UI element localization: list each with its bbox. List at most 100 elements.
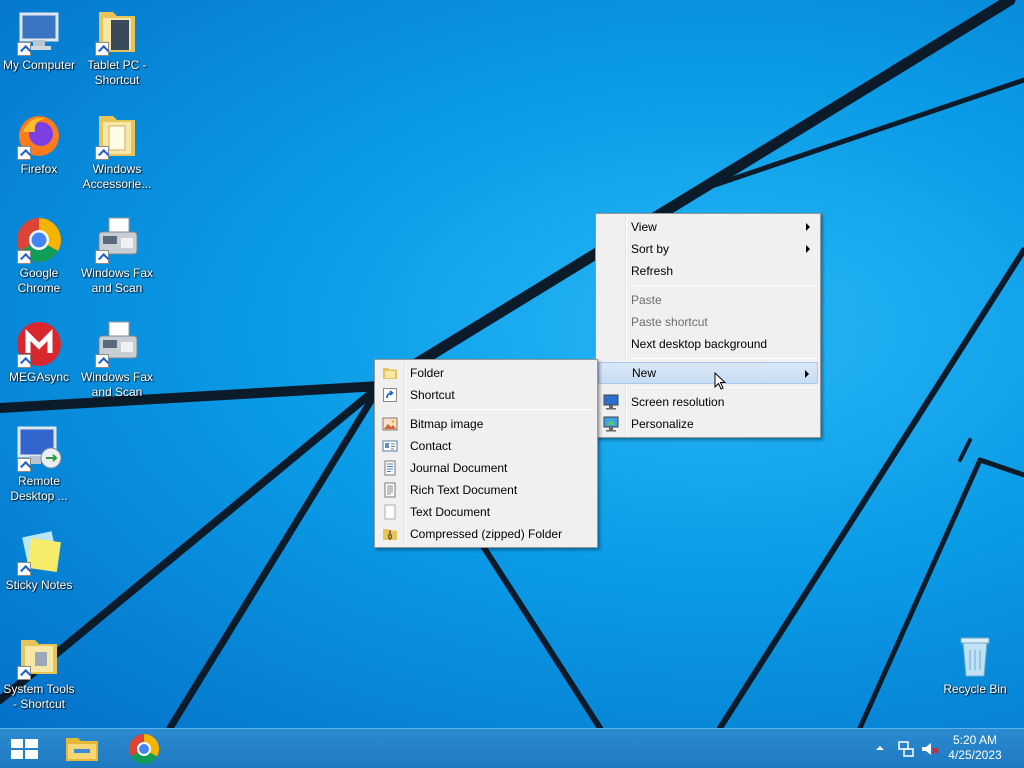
icon-label: Remote Desktop ... bbox=[10, 474, 68, 503]
desktop-icon-remote-desktop[interactable]: Remote Desktop ... bbox=[0, 424, 78, 504]
new-item-folder[interactable]: Folder bbox=[377, 362, 595, 384]
desktop-icon-google-chrome[interactable]: Google Chrome bbox=[0, 216, 78, 296]
shortcut-arrow-icon bbox=[95, 354, 109, 368]
new-item-rich-text[interactable]: Rich Text Document bbox=[377, 479, 595, 501]
computer-icon bbox=[15, 8, 63, 56]
volume-muted-icon bbox=[922, 743, 939, 755]
icon-label: Windows Accessorie... bbox=[82, 162, 152, 191]
menu-item-paste[interactable]: Paste bbox=[598, 289, 818, 311]
desktop-icon-windows-fax-scan-2[interactable]: Windows Fax and Scan bbox=[78, 320, 156, 400]
menu-item-paste-shortcut[interactable]: Paste shortcut bbox=[598, 311, 818, 333]
new-item-journal[interactable]: Journal Document bbox=[377, 457, 595, 479]
network-tray-button[interactable] bbox=[897, 740, 915, 758]
shortcut-arrow-icon bbox=[17, 354, 31, 368]
menu-item-label: Paste shortcut bbox=[631, 315, 708, 329]
icon-label: Windows Fax and Scan bbox=[80, 370, 154, 399]
submenu-arrow-icon bbox=[805, 370, 809, 378]
menu-item-label: Folder bbox=[410, 366, 445, 380]
menu-separator bbox=[409, 409, 593, 410]
personalize-icon bbox=[603, 416, 619, 432]
folder-icon bbox=[15, 632, 63, 680]
file-explorer-icon bbox=[66, 738, 98, 761]
menu-item-label: Compressed (zipped) Folder bbox=[410, 527, 563, 541]
menu-item-label: Next desktop background bbox=[631, 337, 768, 351]
journal-document-icon bbox=[384, 460, 396, 476]
new-submenu: Folder Shortcut Bitmap image Contact Jou… bbox=[374, 359, 598, 548]
submenu-arrow-icon bbox=[806, 245, 810, 253]
sticky-notes-icon bbox=[15, 528, 63, 576]
menu-item-label: Shortcut bbox=[410, 388, 455, 402]
icon-label: Windows Fax and Scan bbox=[80, 266, 154, 295]
folder-icon bbox=[383, 368, 397, 379]
shortcut-arrow-icon bbox=[95, 250, 109, 264]
chrome-icon bbox=[15, 216, 63, 264]
new-item-zip[interactable]: Compressed (zipped) Folder bbox=[377, 523, 595, 545]
contact-icon bbox=[382, 440, 398, 452]
desktop-icon-firefox[interactable]: Firefox bbox=[0, 112, 78, 177]
chevron-up-icon bbox=[876, 746, 884, 750]
icon-label: Firefox bbox=[20, 162, 58, 176]
desktop-icon-my-computer[interactable]: My Computer bbox=[0, 8, 78, 73]
menu-item-screen-resolution[interactable]: Screen resolution bbox=[598, 391, 818, 413]
new-item-text[interactable]: Text Document bbox=[377, 501, 595, 523]
menu-item-label: Text Document bbox=[410, 505, 491, 519]
desktop-icon-tablet-pc[interactable]: Tablet PC - Shortcut bbox=[78, 8, 156, 88]
zip-folder-icon bbox=[383, 529, 397, 540]
shortcut-arrow-icon bbox=[17, 42, 31, 56]
new-item-bitmap[interactable]: Bitmap image bbox=[377, 413, 595, 435]
shortcut-arrow-icon bbox=[17, 562, 31, 576]
file-explorer-taskbar-button[interactable] bbox=[56, 729, 108, 768]
folder-icon bbox=[93, 112, 141, 160]
menu-item-next-desktop-background[interactable]: Next desktop background bbox=[598, 333, 818, 355]
desktop-icon-recycle-bin[interactable]: Recycle Bin bbox=[936, 632, 1014, 697]
menu-separator bbox=[630, 285, 816, 286]
desktop[interactable]: My Computer Firefox Google Chrome MEGAsy… bbox=[0, 0, 1024, 728]
chrome-icon bbox=[129, 734, 160, 765]
icon-label: Google Chrome bbox=[17, 266, 61, 295]
icon-label: MEGAsync bbox=[8, 370, 69, 384]
menu-item-label: View bbox=[631, 220, 657, 234]
desktop-icon-system-tools[interactable]: System Tools - Shortcut bbox=[0, 632, 78, 712]
menu-item-view[interactable]: View bbox=[598, 216, 818, 238]
menu-item-personalize[interactable]: Personalize bbox=[598, 413, 818, 435]
start-button[interactable] bbox=[0, 729, 48, 768]
menu-item-label: Bitmap image bbox=[410, 417, 484, 431]
volume-tray-button[interactable] bbox=[920, 740, 940, 758]
monitor-icon bbox=[603, 394, 619, 410]
shortcut-arrow-icon bbox=[17, 666, 31, 680]
chrome-taskbar-button[interactable] bbox=[118, 729, 170, 768]
shortcut-arrow-icon bbox=[17, 146, 31, 160]
menu-item-label: Contact bbox=[410, 439, 452, 453]
desktop-icon-windows-fax-scan-1[interactable]: Windows Fax and Scan bbox=[78, 216, 156, 296]
taskbar: 5:20 AM 4/25/2023 bbox=[0, 728, 1024, 768]
menu-item-label: Refresh bbox=[631, 264, 674, 278]
submenu-arrow-icon bbox=[806, 223, 810, 231]
desktop-icon-megasync[interactable]: MEGAsync bbox=[0, 320, 78, 385]
menu-item-label: Journal Document bbox=[410, 461, 508, 475]
menu-item-label: Rich Text Document bbox=[410, 483, 518, 497]
desktop-icon-windows-accessories[interactable]: Windows Accessorie... bbox=[78, 112, 156, 192]
desktop-icon-sticky-notes[interactable]: Sticky Notes bbox=[0, 528, 78, 593]
menu-item-refresh[interactable]: Refresh bbox=[598, 260, 818, 282]
text-document-icon bbox=[384, 504, 396, 520]
menu-item-sort-by[interactable]: Sort by bbox=[598, 238, 818, 260]
rich-text-document-icon bbox=[384, 482, 396, 498]
show-hidden-icons-button[interactable] bbox=[874, 742, 886, 754]
taskbar-clock[interactable]: 5:20 AM 4/25/2023 bbox=[940, 733, 1010, 763]
icon-label: Tablet PC - Shortcut bbox=[87, 58, 147, 87]
shortcut-icon bbox=[383, 388, 397, 402]
clock-time: 5:20 AM bbox=[952, 733, 998, 747]
new-item-contact[interactable]: Contact bbox=[377, 435, 595, 457]
new-item-shortcut[interactable]: Shortcut bbox=[377, 384, 595, 406]
desktop-context-menu: View Sort by Refresh Paste Paste shortcu… bbox=[595, 213, 821, 438]
clock-date: 4/25/2023 bbox=[948, 748, 1002, 762]
menu-item-new[interactable]: New bbox=[598, 362, 818, 384]
recycle-bin-icon bbox=[951, 632, 999, 680]
shortcut-arrow-icon bbox=[17, 458, 31, 472]
icon-label: System Tools - Shortcut bbox=[3, 682, 75, 711]
windows-logo-icon bbox=[11, 739, 38, 759]
fax-icon bbox=[93, 320, 141, 368]
menu-item-label: Personalize bbox=[631, 417, 694, 431]
fax-icon bbox=[93, 216, 141, 264]
menu-item-label: Screen resolution bbox=[631, 395, 725, 409]
